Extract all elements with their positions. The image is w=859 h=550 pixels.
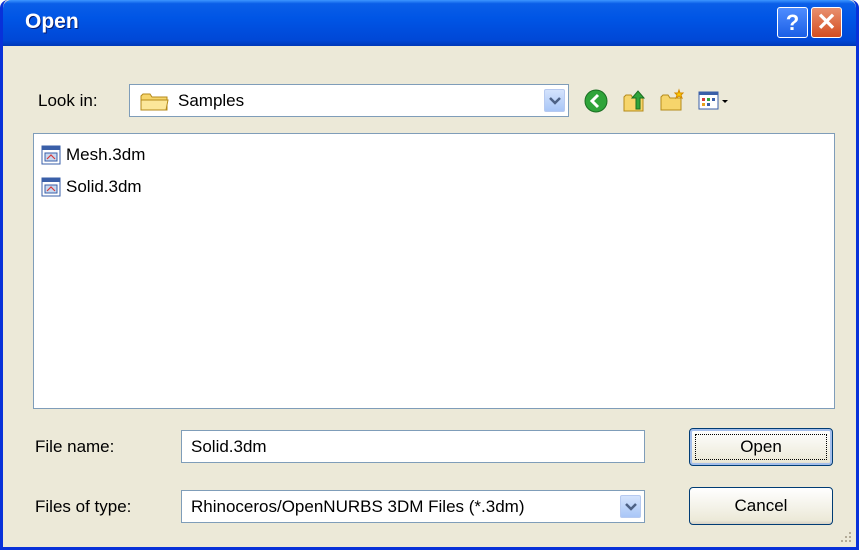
up-folder-icon[interactable]	[621, 88, 647, 114]
window-title: Open	[25, 10, 79, 33]
3dm-file-icon	[41, 145, 61, 165]
file-list[interactable]: Mesh.3dm Solid.3dm	[33, 133, 835, 409]
list-item[interactable]: Solid.3dm	[40, 174, 142, 200]
title-bar[interactable]: Open ? ✕	[3, 0, 856, 46]
help-icon: ?	[785, 9, 800, 35]
chevron-down-icon	[624, 502, 637, 511]
file-type-label: Files of type:	[35, 497, 132, 516]
open-dialog: Open ? ✕ Look in: Samples Mesh.3dm Solid…	[0, 0, 859, 550]
close-icon: ✕	[816, 9, 837, 36]
look-in-label: Look in:	[38, 91, 98, 110]
look-in-combobox[interactable]: Samples	[129, 84, 569, 117]
focus-ring	[695, 434, 827, 460]
file-name-field[interactable]: Solid.3dm	[181, 430, 645, 463]
resize-grip-icon[interactable]	[838, 529, 852, 543]
file-type-dropdown-button[interactable]	[620, 495, 641, 518]
back-icon[interactable]	[583, 88, 609, 114]
open-button[interactable]: Open	[689, 428, 833, 466]
file-name: Mesh.3dm	[66, 145, 146, 164]
file-type-combobox[interactable]: Rhinoceros/OpenNURBS 3DM Files (*.3dm)	[181, 490, 645, 523]
file-name: Solid.3dm	[66, 177, 142, 196]
file-name-value: Solid.3dm	[191, 437, 267, 456]
file-type-value: Rhinoceros/OpenNURBS 3DM Files (*.3dm)	[191, 497, 525, 516]
views-menu-icon[interactable]	[697, 88, 731, 114]
look-in-dropdown-button[interactable]	[544, 89, 565, 112]
list-item[interactable]: Mesh.3dm	[40, 142, 145, 168]
folder-icon	[140, 92, 170, 117]
3dm-file-icon	[41, 177, 61, 197]
help-button[interactable]: ?	[777, 7, 808, 38]
chevron-down-icon	[548, 96, 561, 105]
look-in-value: Samples	[178, 91, 245, 110]
close-button[interactable]: ✕	[811, 7, 842, 38]
new-folder-icon[interactable]	[659, 88, 685, 114]
cancel-button[interactable]: Cancel	[689, 487, 833, 525]
file-name-label: File name:	[35, 437, 115, 456]
cancel-button-label: Cancel	[734, 496, 788, 515]
